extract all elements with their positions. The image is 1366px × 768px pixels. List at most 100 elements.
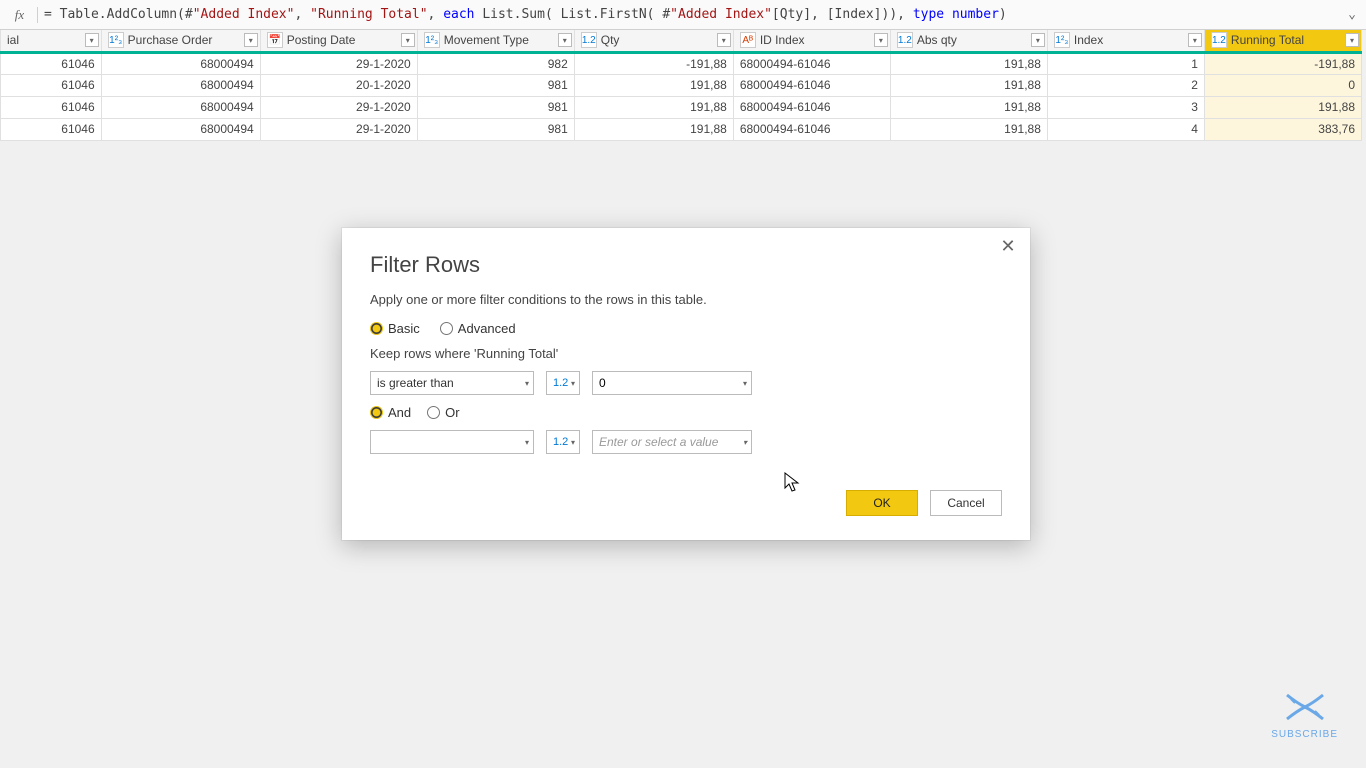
table-cell[interactable]: 29-1-2020: [260, 52, 417, 74]
table-cell[interactable]: 2: [1047, 74, 1204, 96]
table-cell[interactable]: 383,76: [1204, 118, 1361, 140]
table-cell[interactable]: 191,88: [574, 118, 733, 140]
column-label: ID Index: [760, 33, 805, 47]
formula-bar: fx = Table.AddColumn(#"Added Index", "Ru…: [0, 0, 1366, 30]
column-header[interactable]: 1²₃ Movement Type ▾: [417, 30, 574, 52]
column-filter-icon[interactable]: ▾: [558, 33, 572, 47]
type-dropdown-2[interactable]: 1.2▾: [546, 430, 580, 454]
type-icon[interactable]: Aᴮ: [740, 32, 756, 48]
type-dropdown-1[interactable]: 1.2▾: [546, 371, 580, 395]
table-cell[interactable]: 981: [417, 96, 574, 118]
fx-icon[interactable]: fx: [6, 7, 38, 23]
table-row[interactable]: 610466800049420-1-2020981191,8868000494-…: [1, 74, 1362, 96]
logic-radio-group: And Or: [370, 405, 1002, 420]
table-cell[interactable]: -191,88: [574, 52, 733, 74]
cancel-button[interactable]: Cancel: [930, 490, 1002, 516]
column-filter-icon[interactable]: ▾: [1031, 33, 1045, 47]
formula-text[interactable]: = Table.AddColumn(#"Added Index", "Runni…: [44, 7, 1344, 22]
table-cell[interactable]: 61046: [1, 52, 102, 74]
operator-dropdown-2[interactable]: ▾: [370, 430, 534, 454]
column-header[interactable]: 1.2 Running Total ▾: [1204, 30, 1361, 52]
keep-rows-label: Keep rows where 'Running Total': [370, 346, 1002, 361]
column-filter-icon[interactable]: ▾: [85, 33, 99, 47]
type-icon[interactable]: 1.2: [581, 32, 597, 48]
table-cell[interactable]: 29-1-2020: [260, 118, 417, 140]
column-header[interactable]: 📅 Posting Date ▾: [260, 30, 417, 52]
type-icon[interactable]: 1.2: [897, 32, 913, 48]
type-icon[interactable]: 1²₃: [424, 32, 440, 48]
or-radio[interactable]: Or: [427, 405, 459, 420]
table-cell[interactable]: 29-1-2020: [260, 96, 417, 118]
column-filter-icon[interactable]: ▾: [717, 33, 731, 47]
mode-radio-group: Basic Advanced: [370, 321, 1002, 336]
table-cell[interactable]: 20-1-2020: [260, 74, 417, 96]
formula-expand-icon[interactable]: ⌄: [1344, 7, 1360, 22]
table-cell[interactable]: 191,88: [1204, 96, 1361, 118]
table-cell[interactable]: 68000494-61046: [733, 118, 890, 140]
table-cell[interactable]: 68000494: [101, 96, 260, 118]
column-header[interactable]: Aᴮ ID Index ▾: [733, 30, 890, 52]
column-header[interactable]: 1.2 Abs qty ▾: [890, 30, 1047, 52]
column-header[interactable]: 1.2 Qty ▾: [574, 30, 733, 52]
ok-button[interactable]: OK: [846, 490, 918, 516]
table-cell[interactable]: 191,88: [890, 96, 1047, 118]
table-cell[interactable]: 61046: [1, 118, 102, 140]
dialog-subtitle: Apply one or more filter conditions to t…: [370, 292, 1002, 307]
operator-dropdown-1[interactable]: is greater than▾: [370, 371, 534, 395]
type-icon[interactable]: 1²₃: [1054, 32, 1070, 48]
column-header[interactable]: 1²₃ Purchase Order ▾: [101, 30, 260, 52]
table-cell[interactable]: 68000494-61046: [733, 74, 890, 96]
table-row[interactable]: 610466800049429-1-2020981191,8868000494-…: [1, 118, 1362, 140]
table-cell[interactable]: 191,88: [574, 74, 733, 96]
column-filter-icon[interactable]: ▾: [244, 33, 258, 47]
table-cell[interactable]: 68000494-61046: [733, 96, 890, 118]
table-cell[interactable]: 0: [1204, 74, 1361, 96]
column-label: ial: [7, 33, 19, 47]
column-header[interactable]: 1²₃ Index ▾: [1047, 30, 1204, 52]
table-cell[interactable]: 1: [1047, 52, 1204, 74]
table-cell[interactable]: 981: [417, 74, 574, 96]
value-input-1[interactable]: ▾: [592, 371, 752, 395]
table-cell[interactable]: 3: [1047, 96, 1204, 118]
table-cell[interactable]: 61046: [1, 96, 102, 118]
table-cell[interactable]: 982: [417, 52, 574, 74]
table-cell[interactable]: 68000494: [101, 118, 260, 140]
column-label: Purchase Order: [128, 33, 213, 47]
column-filter-icon[interactable]: ▾: [401, 33, 415, 47]
column-label: Posting Date: [287, 33, 356, 47]
data-table: ial ▾ 1²₃ Purchase Order ▾ 📅 Posting Date ▾ 1²₃ M…: [0, 30, 1362, 141]
column-filter-icon[interactable]: ▾: [1345, 33, 1359, 47]
table-cell[interactable]: 68000494: [101, 52, 260, 74]
type-icon[interactable]: 📅: [267, 32, 283, 48]
table-cell[interactable]: 981: [417, 118, 574, 140]
table-cell[interactable]: 191,88: [890, 74, 1047, 96]
column-label: Abs qty: [917, 33, 957, 47]
table-cell[interactable]: 4: [1047, 118, 1204, 140]
and-radio[interactable]: And: [370, 405, 411, 420]
type-icon[interactable]: 1.2: [1211, 32, 1227, 48]
table-cell[interactable]: -191,88: [1204, 52, 1361, 74]
basic-radio[interactable]: Basic: [370, 321, 420, 336]
dialog-title: Filter Rows: [370, 252, 1002, 278]
table-cell[interactable]: 61046: [1, 74, 102, 96]
column-label: Movement Type: [444, 33, 529, 47]
column-label: Running Total: [1231, 33, 1304, 47]
column-filter-icon[interactable]: ▾: [874, 33, 888, 47]
column-label: Index: [1074, 33, 1103, 47]
type-icon[interactable]: 1²₃: [108, 32, 124, 48]
close-icon[interactable]: ✕: [996, 236, 1020, 260]
filter-row-2: ▾ 1.2▾ Enter or select a value▾: [370, 430, 1002, 454]
filter-row-1: is greater than▾ 1.2▾ ▾: [370, 371, 1002, 395]
column-label: Qty: [601, 33, 620, 47]
advanced-radio[interactable]: Advanced: [440, 321, 516, 336]
table-cell[interactable]: 191,88: [890, 52, 1047, 74]
column-header[interactable]: ial ▾: [1, 30, 102, 52]
table-cell[interactable]: 68000494-61046: [733, 52, 890, 74]
table-cell[interactable]: 68000494: [101, 74, 260, 96]
table-cell[interactable]: 191,88: [890, 118, 1047, 140]
table-row[interactable]: 610466800049429-1-2020981191,8868000494-…: [1, 96, 1362, 118]
table-row[interactable]: 610466800049429-1-2020982-191,8868000494…: [1, 52, 1362, 74]
table-cell[interactable]: 191,88: [574, 96, 733, 118]
value-input-2[interactable]: Enter or select a value▾: [592, 430, 752, 454]
column-filter-icon[interactable]: ▾: [1188, 33, 1202, 47]
